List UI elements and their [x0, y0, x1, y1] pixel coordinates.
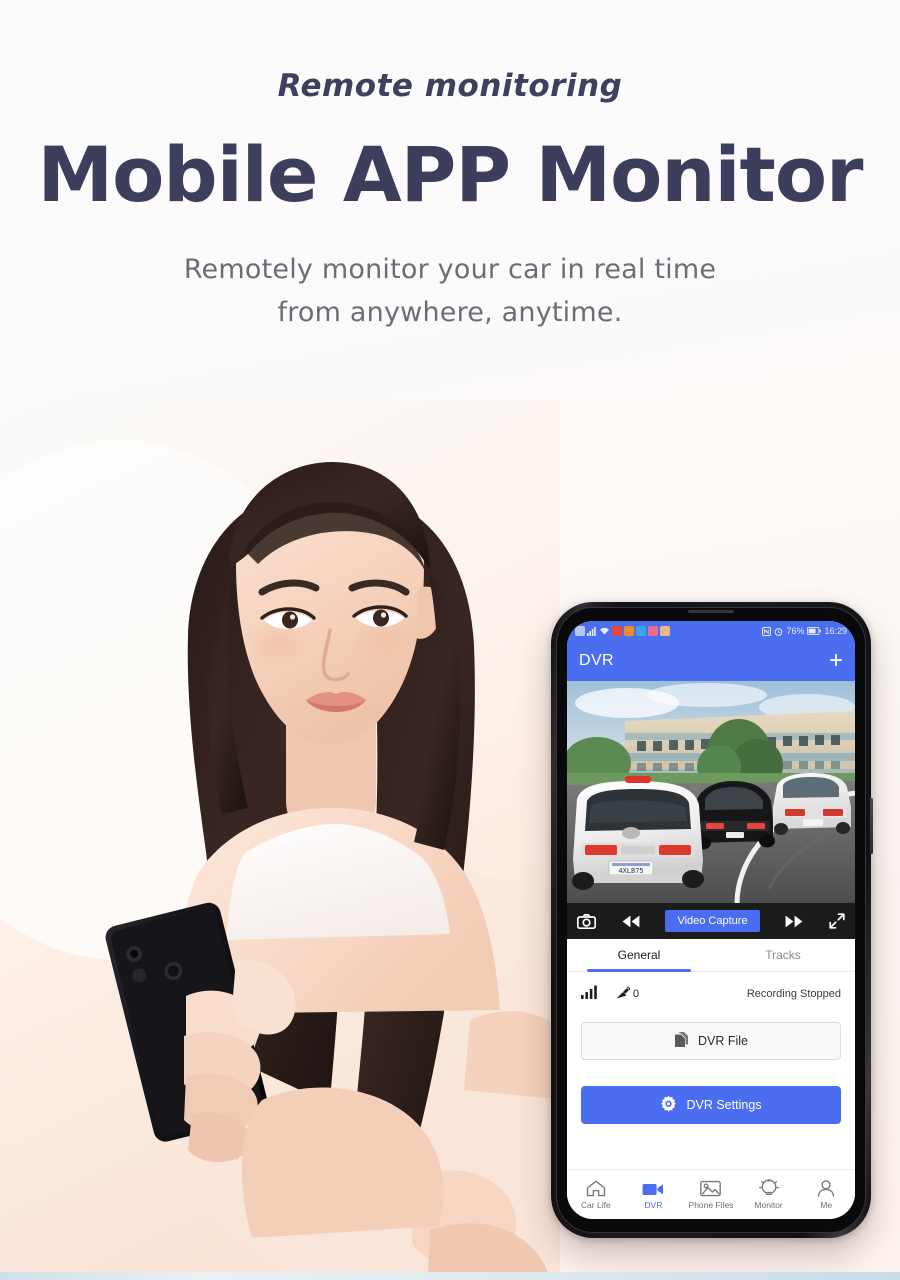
tab-tracks[interactable]: Tracks — [711, 939, 855, 971]
bottom-navigation: Car Life DVR Phone Files Monitor Me — [567, 1169, 855, 1219]
nav-label-dvr: DVR — [644, 1200, 663, 1210]
wifi-icon — [599, 626, 610, 636]
video-camera-icon — [642, 1179, 664, 1197]
telegram-icon — [636, 626, 646, 636]
hero-section: Remote monitoring Mobile APP Monitor Rem… — [0, 0, 900, 335]
app-bar: DVR + — [567, 641, 855, 681]
hero-subtitle-line1: Remotely monitor your car in real time — [183, 253, 717, 285]
svg-text:4XLB75: 4XLB75 — [618, 867, 643, 875]
gps-count-label: 0 — [633, 988, 640, 1000]
tab-general[interactable]: General — [567, 939, 711, 972]
lightbulb-icon — [758, 1179, 779, 1197]
battery-percent-label: 76% — [786, 626, 805, 636]
camera-icon[interactable] — [577, 913, 596, 929]
alarm-icon — [774, 627, 783, 636]
dvr-settings-button[interactable]: DVR Settings — [581, 1086, 841, 1124]
nav-label-car-life: Car Life — [580, 1200, 611, 1210]
person-icon — [817, 1179, 835, 1197]
playback-control-bar: Video Capture — [567, 903, 855, 939]
device-status-row: 0 Recording Stopped — [567, 972, 855, 1016]
signal-bars-icon — [581, 985, 597, 1004]
video-capture-button[interactable]: Video Capture — [665, 910, 760, 932]
hero-subtitle-line2: from anywhere, anytime. — [277, 297, 623, 329]
fast-forward-icon[interactable] — [785, 915, 803, 928]
rewind-icon[interactable] — [622, 915, 640, 928]
action-buttons: DVR File DVR Settings — [567, 1016, 855, 1124]
lifestyle-photo — [0, 400, 560, 1280]
status-bar: 76% 16:29 — [567, 621, 855, 641]
dashcam-video-preview[interactable]: 4XLB75 — [567, 681, 855, 903]
page-title: Mobile APP Monitor — [37, 130, 863, 219]
vehicle-cube: 4XLB75 — [572, 776, 704, 890]
section-tabs: General Tracks — [567, 939, 855, 972]
fullscreen-icon[interactable] — [829, 913, 845, 929]
clock-label: 16:29 — [824, 626, 847, 636]
nav-item-me[interactable]: Me — [797, 1170, 855, 1219]
nav-item-dvr[interactable]: DVR — [625, 1170, 683, 1219]
nav-item-phone-files[interactable]: Phone Files — [682, 1170, 740, 1219]
page-bottom-strip — [0, 1272, 900, 1280]
image-icon — [700, 1179, 722, 1197]
app-pink-icon — [648, 626, 658, 636]
earpiece-speaker — [688, 610, 734, 613]
dvr-file-button[interactable]: DVR File — [581, 1022, 841, 1060]
recording-status-label: Recording Stopped — [746, 988, 841, 1000]
battery-icon — [807, 626, 822, 636]
nfc-icon — [762, 626, 772, 636]
mail-icon — [575, 626, 585, 636]
vehicle-minivan — [773, 773, 851, 835]
home-icon — [586, 1179, 606, 1197]
hero-subtitle: Remotely monitor your car in real time f… — [0, 248, 900, 335]
gear-icon — [660, 1095, 677, 1115]
app-orange-icon — [624, 626, 634, 636]
status-bar-notification-icons — [575, 626, 670, 636]
app-red-icon — [612, 626, 622, 636]
file-icon — [674, 1031, 689, 1051]
phone-mockup: 76% 16:29 DVR + 4XLB75 Video Capture Gen… — [551, 602, 873, 1238]
phone-screen: 76% 16:29 DVR + 4XLB75 Video Capture Gen… — [567, 621, 855, 1219]
power-button[interactable] — [870, 798, 873, 854]
dvr-file-label: DVR File — [697, 1034, 748, 1048]
signal-4g-icon — [587, 626, 597, 636]
gps-satellite-status: 0 — [615, 985, 640, 1003]
vehicle-sedan — [695, 781, 775, 850]
satellite-icon — [615, 985, 631, 1003]
hero-kicker: Remote monitoring — [277, 68, 623, 104]
nav-label-phone-files: Phone Files — [688, 1200, 734, 1210]
nav-label-monitor: Monitor — [754, 1200, 783, 1210]
nav-item-car-life[interactable]: Car Life — [567, 1170, 625, 1219]
app-bar-title: DVR — [579, 652, 614, 669]
status-bar-system-icons: 76% 16:29 — [762, 626, 847, 636]
nav-label-me: Me — [820, 1200, 833, 1210]
nav-item-monitor[interactable]: Monitor — [740, 1170, 798, 1219]
dvr-settings-label: DVR Settings — [686, 1098, 762, 1112]
plus-icon[interactable]: + — [829, 649, 843, 673]
promo-page: Remote monitoring Mobile APP Monitor Rem… — [0, 0, 900, 1280]
app-tan-icon — [660, 626, 670, 636]
